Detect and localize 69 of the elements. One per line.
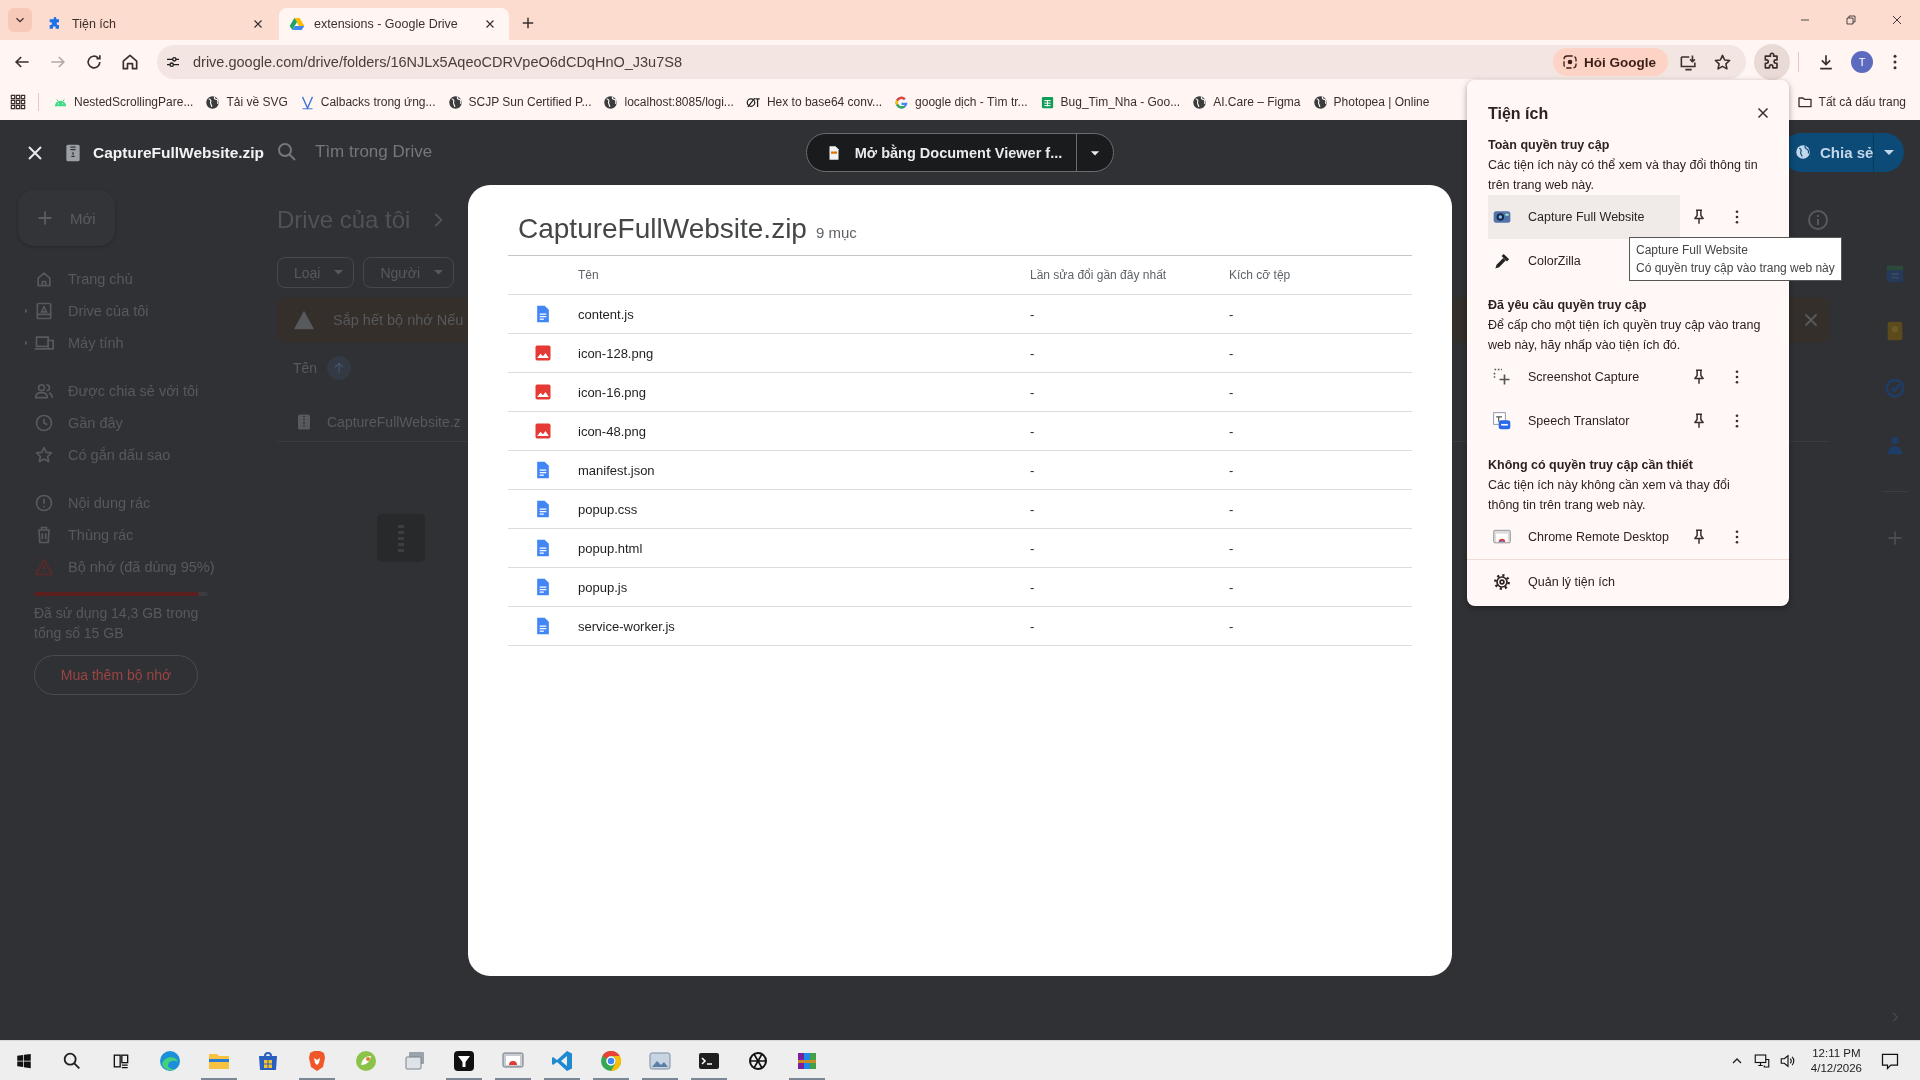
section-heading: Đã yêu cầu quyền truy cập [1488,297,1648,314]
tab-title: extensions - Google Drive [314,17,459,31]
file-name[interactable]: icon-128.png [578,345,1030,361]
section-description: Để cấp cho một tiện ích quyền truy cập vào trang web này, hãy nhấp vào tiện ích đó. [1488,317,1762,354]
archive-title: CaptureFullWebsite.zip [518,213,807,245]
file-name[interactable]: service-worker.js [578,618,1030,634]
section-heading: Toàn quyền truy cập [1488,137,1611,154]
all-bookmarks[interactable]: Tất cả dấu trang [1790,88,1912,116]
table-cell-text: - [1030,384,1036,400]
clock-time: 12:11 PM [1812,1045,1861,1061]
table-cell-text: - [1030,306,1036,322]
bookmark[interactable]: Bug_Tim_Nha - Goo... [1033,88,1187,116]
bookmark[interactable]: AI.Care – Figma [1186,88,1307,116]
ask-google-button[interactable]: Hỏi Google [1553,48,1668,76]
file-name[interactable]: content.js [578,306,1030,322]
file-name[interactable]: icon-48.png [578,423,1030,439]
url-text: drive.google.com/drive/folders/16NJLx5AqeoCDRVpeO6dCDqHnO_J3u7S8 [193,54,682,70]
section-description: Các tiện ích này có thể xem và thay đổi thông tin trên trang web này. [1488,157,1759,194]
table-cell-text: - [1229,306,1235,322]
table-cell-text: - [1229,579,1235,595]
file-name[interactable]: popup.css [578,501,1030,517]
table-cell-text: - [1030,462,1036,478]
tab-title: Tiện ích [72,17,117,31]
tooltip-text: Có quyền truy cập vào trang web này [1636,260,1835,277]
manage-extensions-link[interactable]: Quản lý tiện ích [1528,575,1615,589]
table-cell-text: - [1229,345,1235,361]
section-heading: Không có quyền truy cập cần thiết [1488,457,1694,474]
column-header: Tên [578,268,600,282]
file-name[interactable]: manifest.json [578,462,1030,478]
column-header: Kích cỡ tệp [1229,268,1292,282]
extension-item[interactable]: Speech Translator [1488,399,1680,443]
table-cell-text: - [1229,462,1235,478]
bookmark[interactable]: Photopea | Online [1306,88,1436,116]
table-cell-text: - [1229,501,1235,517]
table-cell-text: - [1229,618,1235,634]
column-header: Lần sửa đổi gần đây nhất [1030,268,1168,282]
file-name[interactable]: icon-16.png [578,384,1030,400]
extension-item[interactable]: Chrome Remote Desktop [1488,515,1680,559]
extension-item[interactable]: Capture Full Website [1488,195,1680,239]
table-cell-text: - [1229,423,1235,439]
table-cell-text: - [1030,423,1036,439]
bookmark[interactable]: Hex to base64 conv... [739,88,889,116]
item-count: 9 mục [815,224,857,241]
tooltip-title: Capture Full Website [1636,242,1749,259]
profile-avatar[interactable]: T [1851,51,1873,73]
bookmark[interactable]: NestedScrollingPare... [47,88,200,116]
table-cell-text: - [1229,540,1235,556]
bookmark[interactable]: Tải về SVG [199,88,294,116]
table-cell-text: - [1030,618,1036,634]
extension-item[interactable]: Screenshot Capture [1488,355,1680,399]
table-cell-text: - [1030,579,1036,595]
browser-tab[interactable]: extensions - Google Drive [279,8,509,40]
bookmark[interactable]: Calbacks trong ứng... [293,88,442,116]
table-cell-text: - [1030,501,1036,517]
clock-date: 4/12/2026 [1810,1060,1862,1076]
table-cell-text: - [1030,345,1036,361]
file-name[interactable]: popup.js [578,579,1030,595]
section-description: Các tiện ích này không cần xem và thay đổi thông tin trên trang web này. [1488,477,1731,514]
table-cell-text: - [1229,384,1235,400]
bookmark[interactable]: localhost:8085/logi... [597,88,740,116]
browser-tab[interactable]: Tiện ích [37,8,277,40]
bookmark[interactable]: SCJP Sun Certified P... [441,88,598,116]
open-with-button[interactable]: Mở bằng Document Viewer f... [805,133,1115,172]
address-bar[interactable]: drive.google.com/drive/folders/16NJLx5AqeoCDRVpeO6dCDqHnO_J3u7S8 Hỏi Google [157,45,1746,79]
table-cell-text: - [1030,540,1036,556]
file-title: CaptureFullWebsite.zip [93,143,265,162]
file-name[interactable]: popup.html [578,540,1030,556]
bookmark[interactable]: google dịch - Tìm tr... [888,88,1034,116]
menu-title: Tiện ích [1488,104,1549,124]
